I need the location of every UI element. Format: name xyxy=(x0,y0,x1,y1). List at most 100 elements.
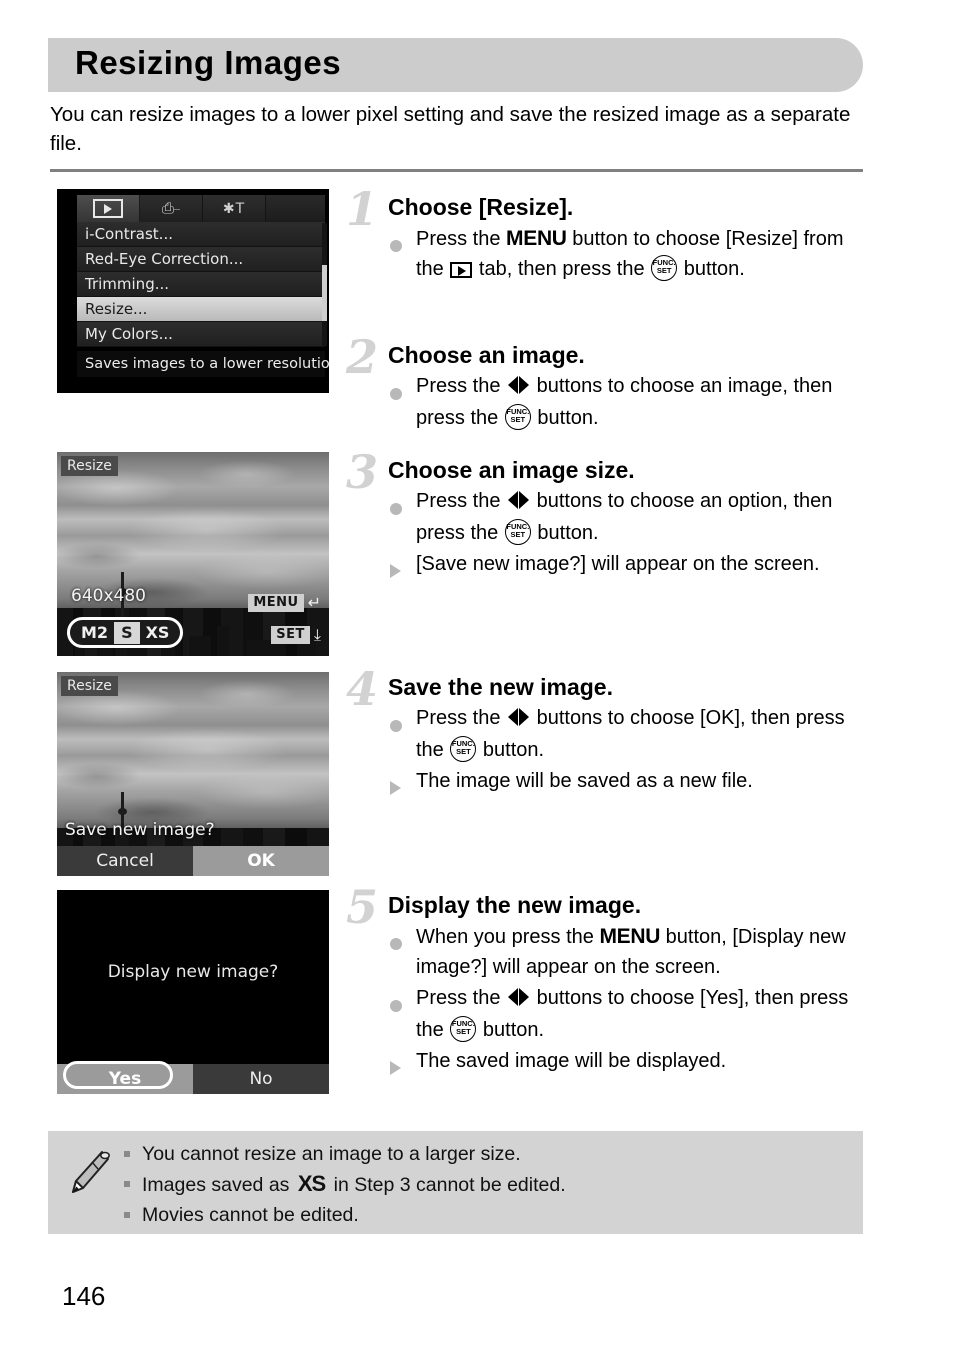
left-right-buttons-icon xyxy=(508,706,530,736)
result-arrow-icon xyxy=(390,775,401,805)
size-option-s[interactable]: S xyxy=(114,621,140,644)
text-fragment: tab, then press the xyxy=(473,257,651,280)
notes-list: You cannot resize an image to a larger s… xyxy=(120,1139,850,1230)
step-bullet: Press the buttons to choose [Yes], then … xyxy=(388,984,866,1045)
page-number: 146 xyxy=(62,1281,106,1311)
step-body-5: When you press the MENU button, [Display… xyxy=(388,922,866,1077)
step-title-5: Display the new image. xyxy=(388,892,642,918)
menu-item-resize[interactable]: Resize... xyxy=(77,297,325,322)
return-arrow-icon: ↵ xyxy=(307,593,321,612)
text-fragment: The saved image will be displayed. xyxy=(416,1050,727,1072)
func-set-button-icon: FUNC. SET xyxy=(504,403,531,430)
left-right-buttons-icon xyxy=(508,986,530,1016)
step-number-1: 1 xyxy=(346,182,379,236)
step-title-3: Choose an image size. xyxy=(388,457,635,483)
text-fragment: button. xyxy=(531,521,599,544)
step-bullet: Press the buttons to choose an image, th… xyxy=(388,372,866,433)
playback-tab-icon xyxy=(450,261,473,278)
header-divider xyxy=(50,169,863,172)
left-right-buttons-icon xyxy=(508,374,530,404)
step-number-2: 2 xyxy=(346,330,379,384)
note-item: You cannot resize an image to a larger s… xyxy=(120,1139,850,1169)
step-5: 5 Display the new image. When you press th… xyxy=(346,884,866,1077)
func-set-button-icon: FUNC. SET xyxy=(651,254,678,281)
playback-tab-icon[interactable] xyxy=(77,195,140,222)
photo-building xyxy=(217,626,229,656)
display-prompt-question: Display new image? xyxy=(107,962,279,982)
menu-badge: MENU xyxy=(248,594,304,612)
screen-label-resize: Resize xyxy=(61,456,118,476)
wrench-hammer-icon: ✱T xyxy=(222,200,246,217)
ok-button[interactable]: OK xyxy=(193,846,329,876)
left-right-buttons-icon xyxy=(508,489,530,519)
bullet-dot-icon xyxy=(390,992,402,1022)
settings-tab-icon[interactable]: ✱T xyxy=(203,195,266,222)
print-tab-icon[interactable]: ⎙⎯ xyxy=(140,195,203,222)
text-fragment: When you press the xyxy=(416,926,600,948)
text-fragment: Movies cannot be edited. xyxy=(142,1204,359,1226)
step-number-5: 5 xyxy=(346,880,379,934)
menu-tab-empty xyxy=(266,195,325,222)
text-fragment: button. xyxy=(477,738,545,761)
text-fragment: Press the xyxy=(416,375,507,397)
set-badge: SET xyxy=(271,626,310,644)
text-fragment: Press the xyxy=(416,228,507,250)
step-body-1: Press the MENU button to choose [Resize]… xyxy=(388,224,866,284)
menu-scrollbar[interactable] xyxy=(322,223,327,346)
printer-icon: ⎙⎯ xyxy=(161,199,180,217)
bullet-dot-icon xyxy=(390,495,402,525)
size-option-m2[interactable]: M2 xyxy=(78,622,111,644)
text-fragment: button. xyxy=(531,406,599,429)
save-prompt-buttons: Cancel OK xyxy=(57,846,329,876)
text-fragment: [Save new image?] will appear on the scr… xyxy=(416,553,820,575)
page-title: Resizing Images xyxy=(75,44,342,81)
result-arrow-icon xyxy=(390,558,401,588)
menu-item-i-contrast[interactable]: i-Contrast... xyxy=(77,222,325,247)
func-set-button-icon: FUNC. SET xyxy=(504,518,531,545)
note-bullet-icon xyxy=(124,1181,130,1187)
step-bullet: The saved image will be displayed. xyxy=(388,1047,866,1077)
xs-size-icon: XS xyxy=(297,1171,326,1196)
step-number-3: 3 xyxy=(346,445,379,499)
step-bullet: Press the buttons to choose [OK], then p… xyxy=(388,704,866,765)
bullet-dot-icon xyxy=(390,232,402,262)
size-option-xs[interactable]: XS xyxy=(143,622,173,644)
result-arrow-icon xyxy=(390,1055,401,1085)
step-body-2: Press the buttons to choose an image, th… xyxy=(388,372,866,433)
step-body-4: Press the buttons to choose [OK], then p… xyxy=(388,704,866,797)
photo-building xyxy=(247,640,271,656)
menu-item-list: i-Contrast... Red-Eye Correction... Trim… xyxy=(77,222,325,347)
manual-page: Resizing Images You can resize images to… xyxy=(0,0,954,1345)
set-save-hint: SET ⤓ xyxy=(271,626,321,644)
text-fragment: Press the xyxy=(416,987,507,1009)
intro-paragraph: You can resize images to a lower pixel s… xyxy=(50,103,851,155)
save-icon: ⤓ xyxy=(313,625,321,644)
step-1: 1 Choose [Resize]. Press the MENU button t… xyxy=(346,186,866,284)
bullet-dot-icon xyxy=(390,712,402,742)
pencil-icon xyxy=(72,1151,110,1193)
func-set-button-icon: FUNC. SET xyxy=(450,1015,477,1042)
camera-screen-save-prompt: Resize Save new image? Cancel OK xyxy=(57,672,329,876)
text-fragment: in Step 3 cannot be edited. xyxy=(328,1174,566,1196)
text-fragment: Press the xyxy=(416,707,507,729)
cancel-button[interactable]: Cancel xyxy=(57,846,193,876)
menu-tab-bar: ⎙⎯ ✱T xyxy=(77,195,325,222)
step-bullet: Press the buttons to choose an option, t… xyxy=(388,487,866,548)
no-button[interactable]: No xyxy=(193,1064,329,1094)
menu-item-my-colors[interactable]: My Colors... xyxy=(77,322,325,347)
menu-return-hint: MENU ↵ xyxy=(248,594,321,612)
size-option-group[interactable]: M2 S XS xyxy=(67,617,184,648)
note-item: Images saved as XS in Step 3 cannot be e… xyxy=(120,1169,850,1200)
camera-screen-playback-menu: ⎙⎯ ✱T i-Contrast... Red-Eye Correction..… xyxy=(57,189,329,393)
note-item: Movies cannot be edited. xyxy=(120,1200,850,1230)
menu-item-trimming[interactable]: Trimming... xyxy=(77,272,325,297)
photo-clouds xyxy=(57,672,329,840)
menu-item-red-eye-correction[interactable]: Red-Eye Correction... xyxy=(77,247,325,272)
menu-button-icon: MENU xyxy=(599,925,661,948)
func-set-button-icon: FUNC. SET xyxy=(450,735,477,762)
step-2: 2 Choose an image. Press the buttons to ch… xyxy=(346,334,866,433)
play-triangle-icon xyxy=(93,199,123,218)
photo-building xyxy=(189,636,211,656)
step-title-4: Save the new image. xyxy=(388,674,613,700)
note-bullet-icon xyxy=(124,1212,130,1218)
